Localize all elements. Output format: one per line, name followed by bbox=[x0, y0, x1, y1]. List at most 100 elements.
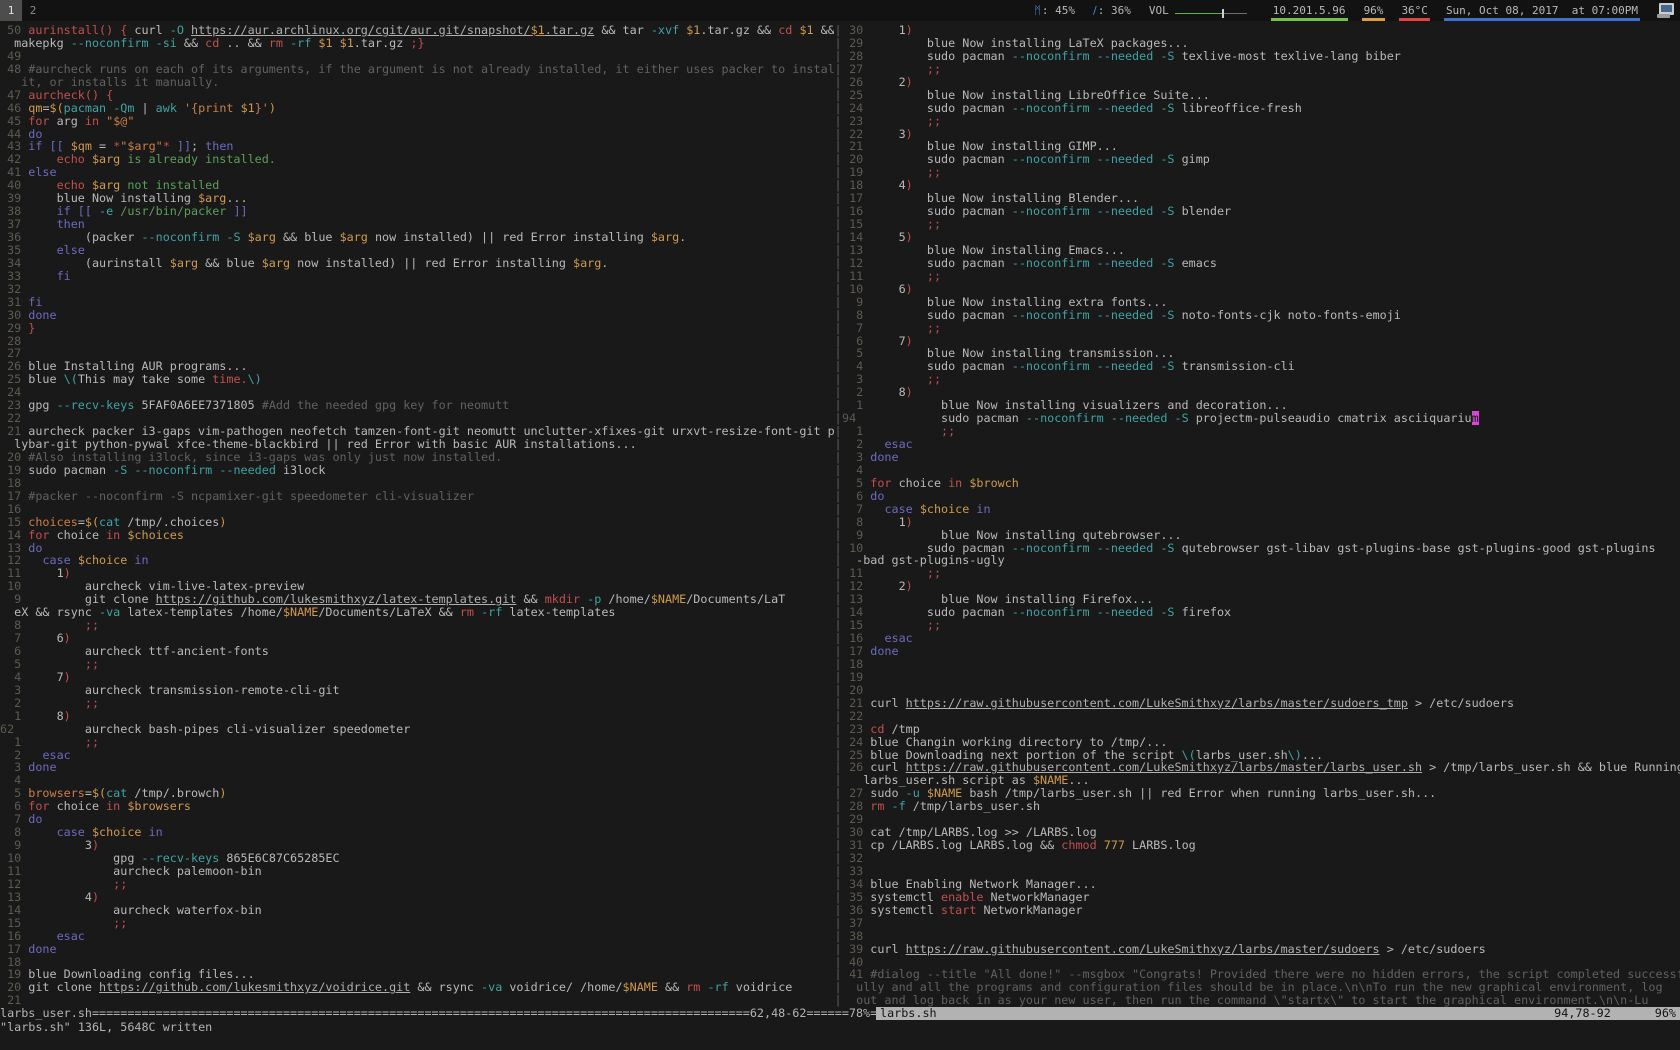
line-number: 17 bbox=[0, 943, 21, 956]
code-line: 22 bbox=[842, 710, 1680, 723]
code-line: 31fi bbox=[0, 296, 834, 309]
memory-value: : 45% bbox=[1042, 4, 1075, 17]
line-number: 2 bbox=[842, 438, 863, 451]
tray-monitor-icon[interactable] bbox=[1657, 3, 1674, 18]
code-line: 15 ;; bbox=[842, 619, 1680, 632]
statusline-active: larbs.sh 94,78-92 96% bbox=[876, 1007, 1680, 1020]
line-number: 26 bbox=[842, 76, 863, 89]
code-line: 36systemctl start NetworkManager bbox=[842, 904, 1680, 917]
line-number: 35 bbox=[842, 891, 863, 904]
line-number: 13 bbox=[842, 244, 863, 257]
workspace-tag-1[interactable]: 1 bbox=[0, 0, 22, 21]
system-status: ᛗ: 45% /: 36% VOL 10.201.5.96 96% bbox=[1025, 0, 1680, 21]
code-line: 21curl https://raw.githubusercontent.com… bbox=[842, 697, 1680, 710]
code-line: 12 ;; bbox=[0, 878, 834, 891]
statusline-inactive: larbs_user.sh===========================… bbox=[0, 1007, 876, 1020]
code-line: 20 sudo pacman --noconfirm --needed -S g… bbox=[842, 153, 1680, 166]
code-line: 16 esac bbox=[842, 632, 1680, 645]
clock-stat: Sun, Oct 08, 2017 at 07:00PM bbox=[1437, 0, 1647, 21]
line-number: 20 bbox=[842, 684, 863, 697]
line-number: 15 bbox=[0, 516, 21, 529]
line-number: 10 bbox=[842, 283, 863, 296]
line-number: 33 bbox=[0, 270, 21, 283]
vim-window-larbs-user-sh[interactable]: 50aurinstall() { curl -O https://aur.arc… bbox=[0, 24, 834, 1007]
line-number: 7 bbox=[842, 503, 863, 516]
line-number: 24 bbox=[842, 102, 863, 115]
ip-stat: 10.201.5.96 bbox=[1264, 0, 1355, 21]
ip-value: 10.201.5.96 bbox=[1273, 4, 1346, 17]
code-line: -bad gst-plugins-ugly bbox=[842, 554, 1680, 567]
code-line: 29} bbox=[0, 322, 834, 335]
code-line: 34 (aurinstall $arg && blue $arg now ins… bbox=[0, 257, 834, 270]
line-number: 25 bbox=[842, 89, 863, 102]
line-number: 27 bbox=[842, 63, 863, 76]
code-line: 2 ;; bbox=[0, 697, 834, 710]
line-number: 6 bbox=[842, 490, 863, 503]
line-number bbox=[0, 37, 7, 50]
monitor-icon-screen bbox=[1661, 5, 1672, 12]
line-number: 1 bbox=[0, 710, 21, 723]
vim-editor: 50aurinstall() { curl -O https://aur.arc… bbox=[0, 21, 1680, 1007]
line-number: 28 bbox=[842, 50, 863, 63]
code-line: 14 sudo pacman --noconfirm --needed -S f… bbox=[842, 606, 1680, 619]
active-cursor-position: 94,78-92 bbox=[1554, 1007, 1611, 1020]
volume-slider[interactable] bbox=[1175, 8, 1247, 19]
line-number bbox=[0, 606, 7, 619]
line-number: 35 bbox=[0, 244, 21, 257]
code-line: 3done bbox=[842, 451, 1680, 464]
code-line: 37 bbox=[842, 917, 1680, 930]
code-line: 23 ;; bbox=[842, 115, 1680, 128]
line-number: 17 bbox=[0, 490, 21, 503]
line-number: 4 bbox=[0, 671, 21, 684]
line-number: 2 bbox=[0, 697, 21, 710]
code-line: 3done bbox=[0, 761, 834, 774]
line-number: 21 bbox=[842, 697, 863, 710]
code-line: 27 ;; bbox=[842, 63, 1680, 76]
code-line: 8 case $choice in bbox=[0, 826, 834, 839]
line-number: 7 bbox=[842, 322, 863, 335]
code-line: 38 if [[ -e /usr/bin/packer ]] bbox=[0, 205, 834, 218]
line-number: 20 bbox=[0, 451, 21, 464]
line-number: 22 bbox=[842, 710, 863, 723]
code-line: makepkg --noconfirm -si && cd .. && rm -… bbox=[0, 37, 834, 50]
code-line: 31cp /LARBS.log LARBS.log && chmod 777 L… bbox=[842, 839, 1680, 852]
code-line: 16 esac bbox=[0, 930, 834, 943]
volume-stat: VOL bbox=[1140, 0, 1264, 21]
code-line: 1 ;; bbox=[842, 425, 1680, 438]
line-number: 36 bbox=[0, 231, 21, 244]
line-number: 29 bbox=[0, 322, 21, 335]
workspace-tag-2[interactable]: 2 bbox=[22, 0, 44, 21]
line-number: 62 bbox=[0, 723, 21, 736]
code-line: 19 bbox=[842, 671, 1680, 684]
line-number: 39 bbox=[842, 943, 863, 956]
code-line: 28 sudo pacman --noconfirm --needed -S t… bbox=[842, 50, 1680, 63]
line-number: 18 bbox=[842, 658, 863, 671]
line-number: 3 bbox=[0, 684, 21, 697]
battery-underline bbox=[1362, 18, 1386, 21]
code-line: 45for arg in "$@" bbox=[0, 115, 834, 128]
volume-label: VOL bbox=[1149, 4, 1169, 17]
code-line: 6for choice in $browsers bbox=[0, 800, 834, 813]
line-number: 9 bbox=[842, 529, 863, 542]
vim-window-larbs-sh[interactable]: 30 1)29 blue Now installing LaTeX packag… bbox=[842, 24, 1680, 1007]
code-line: 14for choice in $choices bbox=[0, 529, 834, 542]
ip-underline bbox=[1271, 18, 1348, 21]
code-line: 30done bbox=[0, 309, 834, 322]
line-number: 34 bbox=[0, 257, 21, 270]
line-number: 36 bbox=[842, 904, 863, 917]
disk-icon: / bbox=[1093, 4, 1097, 17]
code-line: 7 ;; bbox=[842, 322, 1680, 335]
memory-icon: ᛗ bbox=[1034, 4, 1041, 17]
vertical-split-separator[interactable]: | | | | | | | | | | | | | | | | | | | | … bbox=[834, 24, 842, 1007]
code-line: it, or installs it manually. bbox=[0, 76, 834, 89]
battery-value: 96% bbox=[1364, 4, 1384, 17]
line-number: 6 bbox=[0, 645, 21, 658]
line-number: 30 bbox=[0, 309, 21, 322]
line-number: 31 bbox=[0, 296, 21, 309]
temperature-underline bbox=[1399, 18, 1430, 21]
active-filename: larbs.sh bbox=[880, 1007, 937, 1020]
line-number: 1 bbox=[0, 736, 21, 749]
line-number bbox=[842, 994, 849, 1007]
line-number: 11 bbox=[842, 270, 863, 283]
code-line: 16 sudo pacman --noconfirm --needed -S b… bbox=[842, 205, 1680, 218]
